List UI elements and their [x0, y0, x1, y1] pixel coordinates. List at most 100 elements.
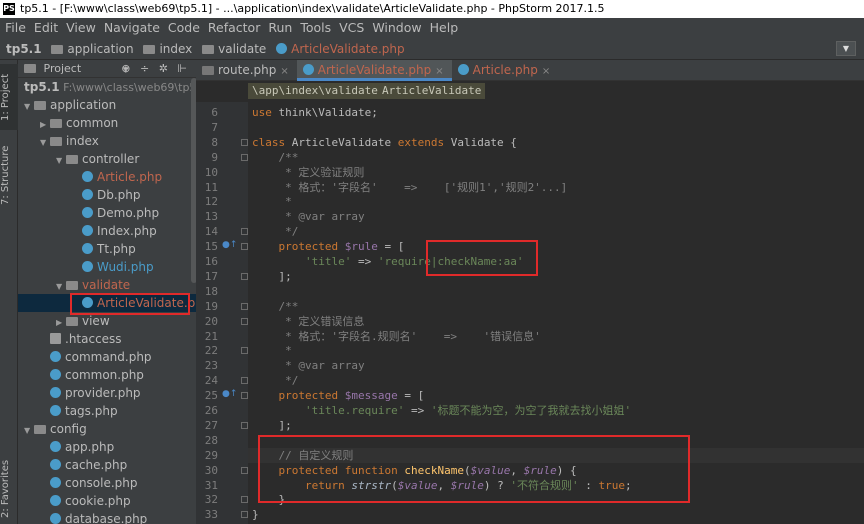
editor-tab-route-php[interactable]: route.php × — [196, 60, 297, 81]
nav-crumb-file[interactable]: ArticleValidate.php — [276, 38, 405, 60]
tool-tab-favorites[interactable]: 2: Favorites — [0, 455, 18, 523]
fold-marker-icon[interactable] — [241, 392, 248, 400]
code-line: /** — [278, 299, 299, 313]
fold-marker-icon[interactable] — [241, 153, 248, 161]
close-icon[interactable]: × — [280, 66, 288, 77]
php-file-icon — [50, 495, 61, 506]
tree-item-article-php[interactable]: Article.php — [18, 168, 196, 186]
php-file-icon — [50, 441, 61, 452]
menu-item-code[interactable]: Code — [164, 18, 204, 38]
breadcrumb-class[interactable]: ArticleValidate — [378, 83, 486, 99]
menu-item-tools[interactable]: Tools — [296, 18, 335, 38]
tree-item-tt-php[interactable]: Tt.php — [18, 240, 196, 258]
override-marker-icon[interactable]: ●↑ — [222, 389, 237, 399]
code-line: * — [252, 344, 292, 358]
line-number: 30 — [204, 463, 218, 477]
fold-marker-icon[interactable] — [241, 511, 248, 519]
folder-icon — [143, 45, 156, 54]
project-view-selector[interactable]: Project — [44, 62, 82, 75]
line-number: 13 — [204, 210, 218, 224]
menu-item-refactor[interactable]: Refactor — [204, 18, 264, 38]
menu-item-file[interactable]: File — [0, 18, 30, 38]
fold-marker-icon[interactable] — [241, 347, 248, 355]
fold-marker-icon[interactable] — [241, 496, 248, 504]
line-number: 25 — [204, 389, 218, 403]
fold-marker-icon[interactable] — [241, 272, 248, 280]
tree-item-cache-php[interactable]: cache.php — [18, 456, 196, 474]
editor-tab-articlevalidate-php[interactable]: ArticleValidate.php × — [296, 60, 452, 81]
tree-item-cookie-php[interactable]: cookie.php — [18, 492, 196, 510]
navigation-bar: tp5.1 application index validate Article… — [0, 38, 864, 60]
menu-item-edit[interactable]: Edit — [30, 18, 62, 38]
line-number: 14 — [204, 225, 218, 239]
code-line: } — [252, 508, 259, 522]
tree-item-demo-php[interactable]: Demo.php — [18, 204, 196, 222]
tree-item-label: database.php — [65, 512, 148, 524]
php-file-icon — [82, 207, 93, 218]
project-view-icon — [24, 64, 36, 73]
tree-item-label: cookie.php — [65, 494, 131, 508]
tree-item-label: tp5.1 — [24, 80, 60, 94]
php-file-icon — [50, 513, 61, 524]
fold-marker-icon[interactable] — [241, 466, 248, 474]
nav-crumb-index[interactable]: index — [143, 38, 192, 60]
menu-item-navigate[interactable]: Navigate — [100, 18, 164, 38]
folder-icon — [50, 137, 62, 146]
menu-item-help[interactable]: Help — [426, 18, 463, 38]
tree-item-tp5-1[interactable]: tp5.1 F:\www\class\web69\tp5.1 — [18, 78, 196, 96]
tree-item-provider-php[interactable]: provider.php — [18, 384, 196, 402]
close-icon[interactable]: × — [435, 66, 443, 77]
menu-item-vcs[interactable]: VCS — [335, 18, 368, 38]
tree-item-application[interactable]: ▼ application — [18, 96, 196, 114]
run-config-dropdown[interactable]: ▼ — [836, 41, 856, 56]
menu-item-view[interactable]: View — [62, 18, 100, 38]
line-number: 9 — [211, 150, 218, 164]
tree-item-index-php[interactable]: Index.php — [18, 222, 196, 240]
fold-marker-icon[interactable] — [241, 317, 248, 325]
fold-marker-icon[interactable] — [241, 228, 248, 236]
tree-item-validate[interactable]: ▼ validate — [18, 276, 196, 294]
line-number: 20 — [204, 314, 218, 328]
tree-item-db-php[interactable]: Db.php — [18, 186, 196, 204]
tree-item-label: Article.php — [97, 170, 163, 184]
menu-bar: File Edit View Navigate Code Refactor Run Tools… — [0, 18, 864, 38]
tool-tab-structure[interactable]: 7: Structure — [0, 140, 18, 210]
nav-crumb-project[interactable]: tp5.1 — [6, 38, 42, 60]
tree-item-tags-php[interactable]: tags.php — [18, 402, 196, 420]
code-line: class ArticleValidate extends Validate { — [252, 135, 517, 149]
menu-item-window[interactable]: Window — [368, 18, 425, 38]
nav-crumb-validate[interactable]: validate — [202, 38, 266, 60]
code-line: * 定义验证规则 — [252, 165, 365, 179]
menu-item-run[interactable]: Run — [264, 18, 296, 38]
tree-item-common-php[interactable]: common.php — [18, 366, 196, 384]
fold-marker-icon[interactable] — [241, 421, 248, 429]
php-class-icon — [457, 64, 469, 75]
code-line: * @var array — [252, 210, 365, 224]
php-file-icon — [202, 66, 214, 75]
tree-item-controller[interactable]: ▼ controller — [18, 150, 196, 168]
tree-item-command-php[interactable]: command.php — [18, 348, 196, 366]
code-line: */ — [252, 225, 299, 239]
fold-marker-icon[interactable] — [241, 302, 248, 310]
nav-crumb-application[interactable]: application — [51, 38, 134, 60]
fold-marker-icon[interactable] — [241, 243, 248, 251]
tree-item-htaccess[interactable]: .htaccess — [18, 330, 196, 348]
tree-item-database-php[interactable]: database.php — [18, 510, 196, 524]
editor-tab-article-php[interactable]: Article.php × — [452, 60, 559, 81]
tree-item-config[interactable]: ▼ config — [18, 420, 196, 438]
breadcrumb-namespace[interactable]: \app\index\validate — [248, 83, 382, 99]
tree-item-console-php[interactable]: console.php — [18, 474, 196, 492]
tree-item-wudi-php[interactable]: Wudi.php — [18, 258, 196, 276]
code-line: ]; — [252, 269, 292, 283]
close-icon[interactable]: × — [542, 66, 550, 77]
tab-label: route.php — [218, 63, 277, 77]
fold-marker-icon[interactable] — [241, 138, 248, 146]
tree-item-app-php[interactable]: app.php — [18, 438, 196, 456]
override-marker-icon[interactable]: ●↑ — [222, 240, 237, 250]
line-number: 29 — [204, 448, 218, 462]
fold-marker-icon[interactable] — [241, 377, 248, 385]
project-toolbar-icons[interactable]: ⊕ ÷ ✲ ⊩ — [121, 60, 190, 78]
tree-item-index[interactable]: ▼ index — [18, 132, 196, 150]
tree-item-common[interactable]: ▶ common — [18, 114, 196, 132]
tool-tab-project[interactable]: 1: Project — [0, 64, 18, 130]
